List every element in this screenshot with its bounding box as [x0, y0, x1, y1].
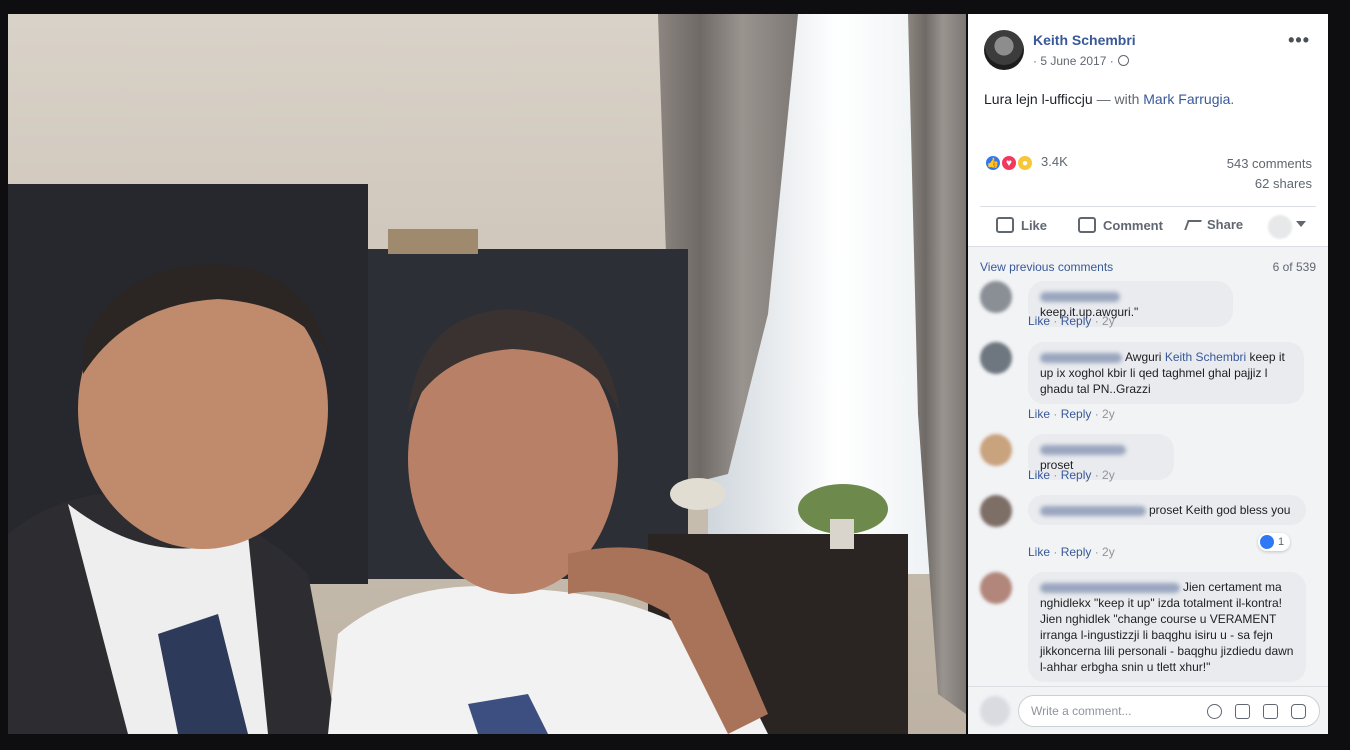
mention-link[interactable]: Keith Schembri [1165, 350, 1246, 364]
comments-position: 6 of 539 [1272, 260, 1316, 274]
comment-icon [1078, 217, 1096, 233]
comment-meta: Like · Reply · 2y [1028, 468, 1115, 482]
comment-text: Jien certament ma nghidlekx "keep it up"… [1040, 580, 1294, 674]
commenter-avatar[interactable] [980, 342, 1012, 374]
comment-meta: Like · Reply · 2y [1028, 314, 1115, 328]
commenter-avatar[interactable] [980, 434, 1012, 466]
shares-count[interactable]: 62 shares [1255, 176, 1312, 191]
like-reaction-icon [1260, 535, 1274, 549]
post-panel: Keith Schembri · 5 June 2017 · ••• Lura … [968, 14, 1328, 734]
share-arrow-icon [1184, 219, 1202, 230]
post-date[interactable]: · 5 June 2017 · [1033, 54, 1114, 68]
post-photo[interactable] [8, 14, 966, 734]
globe-icon [1118, 55, 1129, 66]
comment-age[interactable]: 2y [1102, 545, 1115, 559]
comment-age[interactable]: 2y [1102, 407, 1115, 421]
tagged-person-link[interactable]: Mark Farrugia [1143, 91, 1230, 107]
comment-like-link[interactable]: Like [1028, 468, 1050, 482]
caption-text: Lura lejn l-ufficcju [984, 91, 1093, 107]
comment-age[interactable]: 2y [1102, 468, 1115, 482]
sticker-icon[interactable] [1291, 704, 1306, 719]
comments-section: View previous comments 6 of 539 keep.it.… [968, 246, 1328, 686]
comment-composer: Write a comment... [968, 686, 1328, 734]
comment-meta: Like · Reply · 2y [1028, 407, 1115, 421]
post-as-avatar[interactable] [1268, 215, 1292, 239]
comment-reply-link[interactable]: Reply [1061, 545, 1092, 559]
thumbs-up-icon [996, 217, 1014, 233]
comment-bubble: Awguri Keith Schembri keep it up ix xogh… [1028, 342, 1304, 404]
comment-reply-link[interactable]: Reply [1061, 314, 1092, 328]
commenter-avatar[interactable] [980, 572, 1012, 604]
comment-reaction-count: 1 [1278, 536, 1285, 548]
like-button[interactable]: Like [996, 217, 1047, 233]
comment-reply-link[interactable]: Reply [1061, 407, 1092, 421]
chevron-down-icon[interactable] [1296, 221, 1306, 227]
commenter-name-blurred[interactable] [1040, 352, 1122, 363]
share-button[interactable]: Share [1184, 217, 1244, 232]
view-previous-comments-link[interactable]: View previous comments [980, 260, 1113, 274]
gif-icon[interactable] [1263, 704, 1278, 719]
write-comment-input[interactable]: Write a comment... [1018, 695, 1320, 727]
comment-like-link[interactable]: Like [1028, 314, 1050, 328]
comment-meta: Like · Reply · 2y [1028, 545, 1115, 559]
share-button-label: Share [1207, 217, 1244, 232]
current-user-avatar [980, 696, 1010, 726]
more-options-icon[interactable]: ••• [1288, 30, 1310, 51]
commenter-name-blurred[interactable] [1040, 291, 1120, 302]
like-button-label: Like [1021, 217, 1048, 233]
comment-reaction-badge[interactable]: 1 [1258, 533, 1291, 551]
comment-text-before: Awguri [1125, 350, 1162, 364]
commenter-name-blurred[interactable] [1040, 444, 1126, 455]
wow-reaction-icon: ● [1016, 154, 1034, 172]
action-bar: Like Comment Share [980, 206, 1316, 246]
reactions-count[interactable]: 3.4K [1041, 154, 1068, 169]
comment-like-link[interactable]: Like [1028, 545, 1050, 559]
selfie-photo [8, 14, 966, 734]
comment-like-link[interactable]: Like [1028, 407, 1050, 421]
caption-with: — with [1096, 91, 1140, 107]
commenter-avatar[interactable] [980, 281, 1012, 313]
comment-age[interactable]: 2y [1102, 314, 1115, 328]
commenter-avatar[interactable] [980, 495, 1012, 527]
write-comment-placeholder: Write a comment... [1031, 704, 1132, 718]
post-date-text: 5 June 2017 [1040, 54, 1107, 68]
author-avatar[interactable] [984, 30, 1024, 70]
camera-icon[interactable] [1235, 704, 1250, 719]
caption-suffix: . [1230, 91, 1235, 107]
comment-bubble: Jien certament ma nghidlekx "keep it up"… [1028, 572, 1306, 682]
comment-bubble: proset Keith god bless you [1028, 495, 1306, 525]
post-header: Keith Schembri · 5 June 2017 · ••• [968, 14, 1328, 84]
post-caption: Lura lejn l-ufficcju — with Mark Farrugi… [984, 91, 1234, 107]
comment-button-label: Comment [1103, 217, 1163, 233]
comment-button[interactable]: Comment [1078, 217, 1163, 233]
commenter-name-blurred[interactable] [1040, 582, 1180, 593]
comment-reply-link[interactable]: Reply [1061, 468, 1092, 482]
comment-text: proset Keith god bless you [1149, 503, 1291, 517]
comments-count[interactable]: 543 comments [1227, 156, 1312, 171]
emoji-icon[interactable] [1207, 704, 1222, 719]
author-name[interactable]: Keith Schembri [1033, 32, 1136, 48]
commenter-name-blurred[interactable] [1040, 505, 1146, 516]
